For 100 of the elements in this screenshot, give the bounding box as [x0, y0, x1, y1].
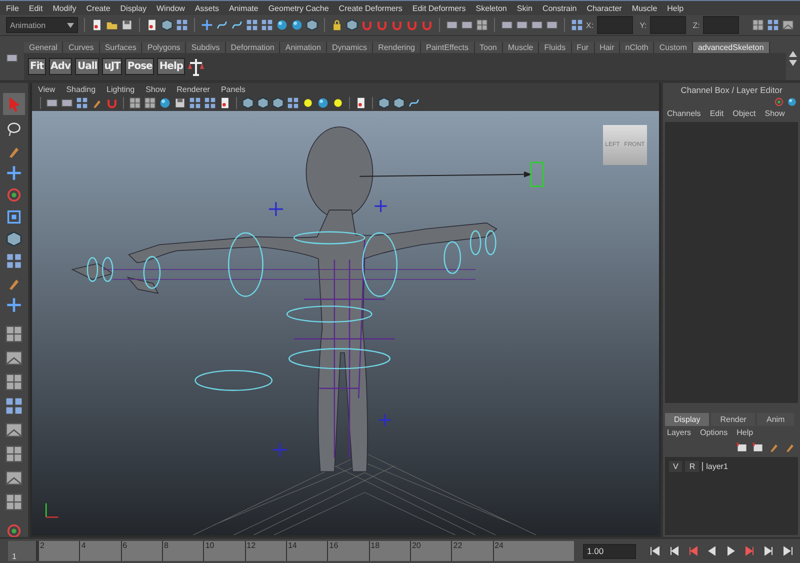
- shelf-tab[interactable]: Toon: [474, 42, 503, 53]
- move-icon[interactable]: [201, 19, 213, 31]
- shelf-tab[interactable]: Polygons: [142, 42, 186, 53]
- coordinate-field[interactable]: [702, 16, 739, 34]
- grid-icon[interactable]: [76, 97, 88, 109]
- shelf-tab[interactable]: General: [24, 42, 64, 53]
- shelf-tab[interactable]: Curves: [63, 42, 100, 53]
- shelf-tab[interactable]: Deformation: [226, 42, 280, 53]
- layout-icon[interactable]: [5, 493, 23, 511]
- layer-tab[interactable]: Anim: [757, 413, 794, 426]
- shelf-tab[interactable]: Rendering: [373, 42, 421, 53]
- layout-icon[interactable]: [752, 19, 764, 31]
- cube-icon[interactable]: [242, 97, 254, 109]
- cube-icon[interactable]: [6, 231, 22, 247]
- sphere-icon[interactable]: [317, 97, 329, 109]
- panel-menu-item[interactable]: Lighting: [106, 85, 135, 94]
- menu-item[interactable]: Muscle: [632, 4, 658, 12]
- layout-icon[interactable]: [144, 97, 156, 109]
- perspective-layout-icon[interactable]: [5, 349, 23, 367]
- panel-menu-item[interactable]: View: [38, 85, 56, 94]
- channel-menu-item[interactable]: Show: [764, 109, 785, 118]
- shelf-button[interactable]: Help: [157, 58, 186, 75]
- channel-menu-item[interactable]: Edit: [710, 109, 724, 118]
- cube-icon[interactable]: [378, 97, 390, 109]
- cube-icon[interactable]: [393, 97, 405, 109]
- layout-icon[interactable]: [129, 97, 141, 109]
- coordinate-field[interactable]: [650, 16, 686, 34]
- magnet-icon[interactable]: [106, 97, 118, 109]
- scale-icon[interactable]: [6, 209, 22, 225]
- panel-menu-item[interactable]: Renderer: [176, 85, 210, 94]
- perspective-layout-icon[interactable]: [782, 19, 794, 31]
- step-forward-icon[interactable]: [763, 545, 775, 557]
- sphere-icon[interactable]: [787, 97, 797, 107]
- grid-icon[interactable]: [767, 19, 779, 31]
- menu-item[interactable]: Edit Deformers: [412, 4, 466, 12]
- cube-icon[interactable]: [161, 19, 173, 31]
- layout-icon[interactable]: [5, 325, 23, 343]
- step-back-icon[interactable]: [668, 545, 680, 557]
- menu-item[interactable]: Create: [86, 4, 110, 12]
- shelf-tab[interactable]: Custom: [654, 42, 693, 53]
- lasso-icon[interactable]: [6, 121, 22, 137]
- grid-icon[interactable]: [246, 19, 258, 31]
- curve-icon[interactable]: [216, 19, 228, 31]
- sphere-icon[interactable]: [291, 19, 303, 31]
- lock-icon[interactable]: [331, 19, 343, 31]
- save-icon[interactable]: [121, 19, 133, 31]
- shelf-tab[interactable]: Fluids: [539, 42, 572, 53]
- move-icon[interactable]: [6, 165, 22, 181]
- layer-menu-item[interactable]: Layers: [667, 428, 692, 437]
- cube-icon[interactable]: [257, 97, 269, 109]
- next-key-icon[interactable]: [744, 545, 756, 557]
- skip-to-end-icon[interactable]: [782, 545, 794, 557]
- grid-icon[interactable]: [204, 97, 216, 109]
- balance-scale-icon[interactable]: [188, 58, 204, 76]
- grid-icon[interactable]: [261, 19, 273, 31]
- light-bulb-icon[interactable]: [332, 97, 344, 109]
- layer-menu-item[interactable]: Help: [736, 428, 754, 437]
- move-icon[interactable]: [6, 297, 22, 313]
- new-layer-icon[interactable]: [752, 441, 764, 453]
- perspective-layout-icon[interactable]: [5, 469, 23, 487]
- shelf-button[interactable]: uJT: [102, 58, 122, 75]
- layout-icon[interactable]: [5, 445, 23, 463]
- menu-item[interactable]: Constrain: [542, 4, 577, 12]
- menu-item[interactable]: Help: [667, 4, 684, 12]
- menu-item[interactable]: Skeleton: [476, 4, 507, 12]
- grid-icon[interactable]: [6, 253, 22, 269]
- coordinate-field[interactable]: [596, 16, 633, 34]
- menu-item[interactable]: File: [6, 4, 19, 12]
- document-icon[interactable]: [355, 97, 367, 109]
- mode-dropdown[interactable]: Animation: [6, 17, 78, 33]
- panel-menu-item[interactable]: Shading: [66, 85, 96, 94]
- play-icon[interactable]: [725, 545, 737, 557]
- channel-menu-item[interactable]: Channels: [667, 109, 701, 118]
- panel-menu-item[interactable]: Show: [146, 85, 166, 94]
- save-icon[interactable]: [174, 97, 186, 109]
- document-icon[interactable]: [219, 97, 231, 109]
- new-layer-icon[interactable]: [736, 441, 748, 453]
- visibility-toggle[interactable]: V: [669, 461, 682, 472]
- sphere-icon[interactable]: [276, 19, 288, 31]
- menu-item[interactable]: Assets: [194, 4, 219, 12]
- document-icon[interactable]: [146, 19, 158, 31]
- menu-item[interactable]: Create Deformers: [338, 4, 402, 12]
- shelf-button[interactable]: Fit: [28, 58, 46, 75]
- cube-icon[interactable]: [346, 19, 358, 31]
- menu-item[interactable]: Skin: [516, 4, 532, 12]
- menu-item[interactable]: Window: [156, 4, 185, 12]
- menu-item[interactable]: Edit: [28, 4, 43, 12]
- sphere-icon[interactable]: [159, 97, 171, 109]
- grid-icon[interactable]: [287, 97, 299, 109]
- perspective-layout-icon[interactable]: [5, 421, 23, 439]
- shelf-tab[interactable]: Animation: [280, 42, 327, 53]
- curve-icon[interactable]: [231, 19, 243, 31]
- menu-item[interactable]: Geometry Cache: [268, 4, 329, 12]
- grid-icon[interactable]: [5, 397, 23, 415]
- cube-icon[interactable]: [272, 97, 284, 109]
- menu-item[interactable]: Modify: [52, 4, 76, 12]
- render-toggle[interactable]: R: [685, 461, 700, 472]
- panel-menu-item[interactable]: Panels: [220, 85, 246, 94]
- document-icon[interactable]: [91, 19, 103, 31]
- channel-menu-item[interactable]: Object: [732, 109, 756, 118]
